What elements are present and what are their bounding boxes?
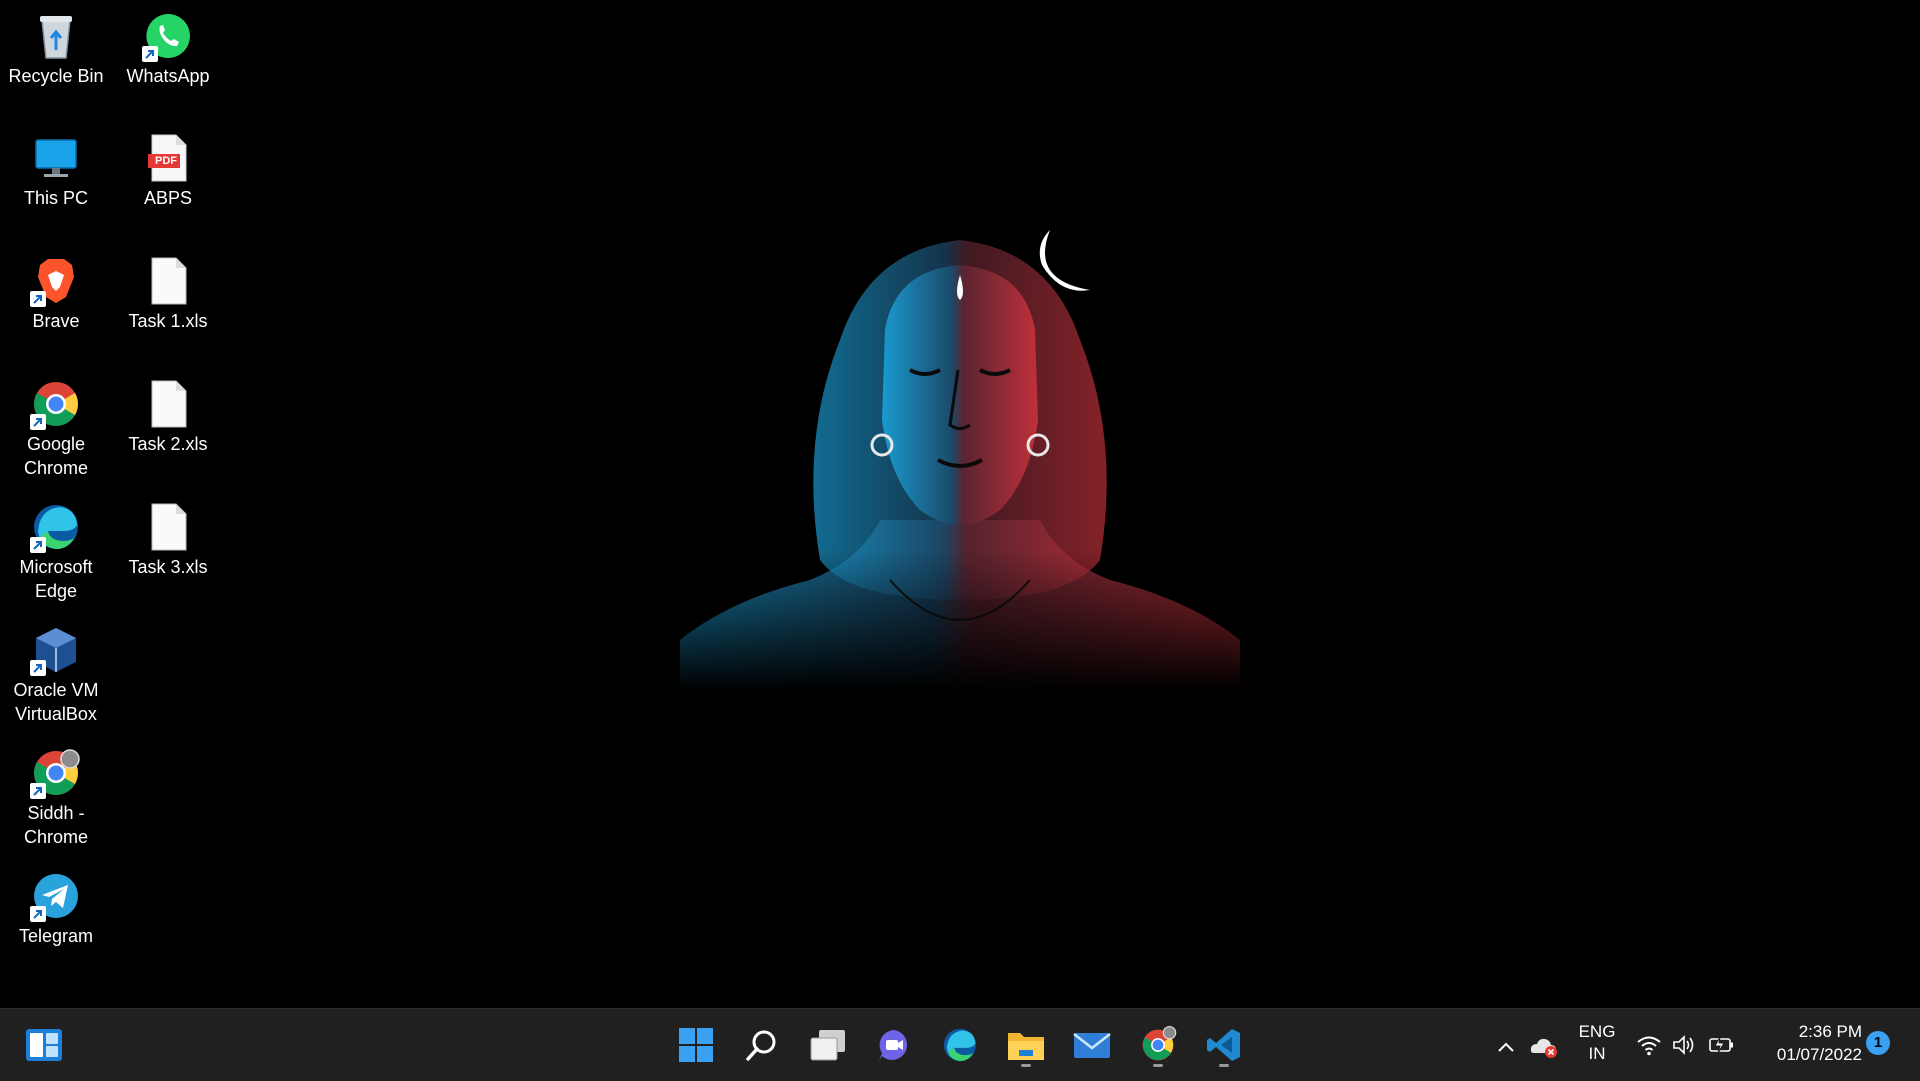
edge-icon xyxy=(30,501,82,553)
chrome-profile-icon xyxy=(30,747,82,799)
search-button[interactable] xyxy=(738,1021,786,1069)
pdf-file-icon: PDF xyxy=(142,132,194,184)
desktop-icon-google-chrome[interactable]: Google Chrome xyxy=(2,372,110,480)
file-explorer-button[interactable] xyxy=(1002,1021,1050,1069)
start-button[interactable] xyxy=(672,1021,720,1069)
blank-file-icon xyxy=(142,378,194,430)
virtualbox-icon xyxy=(30,624,82,676)
desktop[interactable]: Recycle Bin This PC Brave Google Chrome … xyxy=(0,0,1920,1008)
desktop-icon-label: Oracle VM VirtualBox xyxy=(13,680,99,724)
running-indicator xyxy=(1219,1064,1229,1067)
edge-taskbar-button[interactable] xyxy=(936,1021,984,1069)
edge-icon xyxy=(943,1028,977,1062)
chat-button[interactable] xyxy=(870,1021,918,1069)
onedrive-button[interactable] xyxy=(1530,1035,1560,1059)
folder-icon xyxy=(1008,1033,1044,1060)
pdf-badge: PDF xyxy=(155,155,177,167)
taskbar: ENG IN 2:36 PM 01/07/2022 1 xyxy=(0,1008,1920,1081)
volume-icon xyxy=(1673,1035,1694,1055)
vscode-icon xyxy=(1207,1029,1240,1061)
desktop-icon-label: Task 3.xls xyxy=(128,557,208,577)
wallpaper-image xyxy=(670,220,1250,690)
blank-file-icon xyxy=(142,501,194,553)
search-icon xyxy=(746,1030,776,1061)
clock-date: 01/07/2022 xyxy=(1776,1045,1862,1064)
desktop-icon-recycle-bin[interactable]: Recycle Bin xyxy=(2,4,110,88)
desktop-icon-label: ABPS xyxy=(143,188,193,208)
shortcut-arrow-icon xyxy=(142,46,158,62)
clock[interactable]: 2:36 PM 01/07/2022 xyxy=(1742,1021,1862,1069)
desktop-icon-whatsapp[interactable]: WhatsApp xyxy=(114,4,222,88)
desktop-icon-siddh-chrome[interactable]: Siddh - Chrome xyxy=(2,741,110,849)
blank-file-icon xyxy=(142,255,194,307)
recycle-bin-icon xyxy=(30,10,82,62)
running-indicator xyxy=(1021,1064,1031,1067)
desktop-icon-label: Microsoft Edge xyxy=(19,557,93,601)
desktop-icon-abps[interactable]: PDF ABPS xyxy=(114,126,222,210)
shortcut-arrow-icon xyxy=(30,660,46,676)
wifi-icon xyxy=(1637,1036,1661,1056)
language-code: ENG xyxy=(1578,1022,1616,1041)
desktop-icon-label: Brave xyxy=(32,311,80,331)
battery-charging-icon xyxy=(1709,1036,1733,1054)
brave-icon xyxy=(30,255,82,307)
teams-chat-icon xyxy=(879,1030,908,1061)
desktop-icon-oracle-vm-virtualbox[interactable]: Oracle VM VirtualBox xyxy=(2,618,110,726)
clock-time: 2:36 PM xyxy=(1798,1022,1862,1041)
desktop-icon-task-1[interactable]: Task 1.xls xyxy=(114,249,222,333)
desktop-icon-label: Task 1.xls xyxy=(128,311,208,331)
show-hidden-icons-button[interactable] xyxy=(1494,1035,1518,1059)
task-view-icon xyxy=(810,1030,845,1061)
vscode-button[interactable] xyxy=(1200,1021,1248,1069)
chrome-icon xyxy=(1142,1025,1177,1061)
running-indicator xyxy=(1153,1064,1163,1067)
desktop-icon-task-3[interactable]: Task 3.xls xyxy=(114,495,222,579)
mail-icon xyxy=(1073,1033,1111,1058)
chevron-up-icon xyxy=(1498,1042,1514,1052)
desktop-icon-microsoft-edge[interactable]: Microsoft Edge xyxy=(2,495,110,603)
shortcut-arrow-icon xyxy=(30,906,46,922)
desktop-icon-label: Recycle Bin xyxy=(8,66,104,86)
whatsapp-icon xyxy=(142,10,194,62)
shortcut-arrow-icon xyxy=(30,537,46,553)
task-view-button[interactable] xyxy=(804,1021,852,1069)
desktop-icon-label: Task 2.xls xyxy=(128,434,208,454)
desktop-icon-telegram[interactable]: Telegram xyxy=(2,864,110,948)
desktop-icon-label: Telegram xyxy=(18,926,94,946)
telegram-icon xyxy=(30,870,82,922)
shortcut-arrow-icon xyxy=(30,291,46,307)
notification-center-button[interactable]: 1 xyxy=(1866,1031,1894,1059)
widgets-button[interactable] xyxy=(20,1021,68,1069)
desktop-icon-label: This PC xyxy=(23,188,88,208)
widgets-icon xyxy=(26,1029,62,1061)
notification-badge: 1 xyxy=(1866,1031,1890,1055)
windows-start-icon xyxy=(679,1028,713,1062)
language-indicator[interactable]: ENG IN xyxy=(1570,1021,1624,1069)
chrome-icon xyxy=(30,378,82,430)
desktop-icon-brave[interactable]: Brave xyxy=(2,249,110,333)
desktop-icon-label: Siddh - Chrome xyxy=(23,803,89,847)
desktop-icon-label: Google Chrome xyxy=(23,434,89,478)
desktop-icon-task-2[interactable]: Task 2.xls xyxy=(114,372,222,456)
region-code: IN xyxy=(1588,1044,1606,1063)
shortcut-arrow-icon xyxy=(30,414,46,430)
this-pc-icon xyxy=(30,132,82,184)
shortcut-arrow-icon xyxy=(30,783,46,799)
chrome-taskbar-button[interactable] xyxy=(1134,1021,1182,1069)
desktop-icon-label: WhatsApp xyxy=(126,66,210,86)
quick-settings-button[interactable] xyxy=(1636,1029,1736,1061)
desktop-icon-this-pc[interactable]: This PC xyxy=(2,126,110,210)
onedrive-error-icon xyxy=(1530,1038,1557,1058)
mail-button[interactable] xyxy=(1068,1021,1116,1069)
